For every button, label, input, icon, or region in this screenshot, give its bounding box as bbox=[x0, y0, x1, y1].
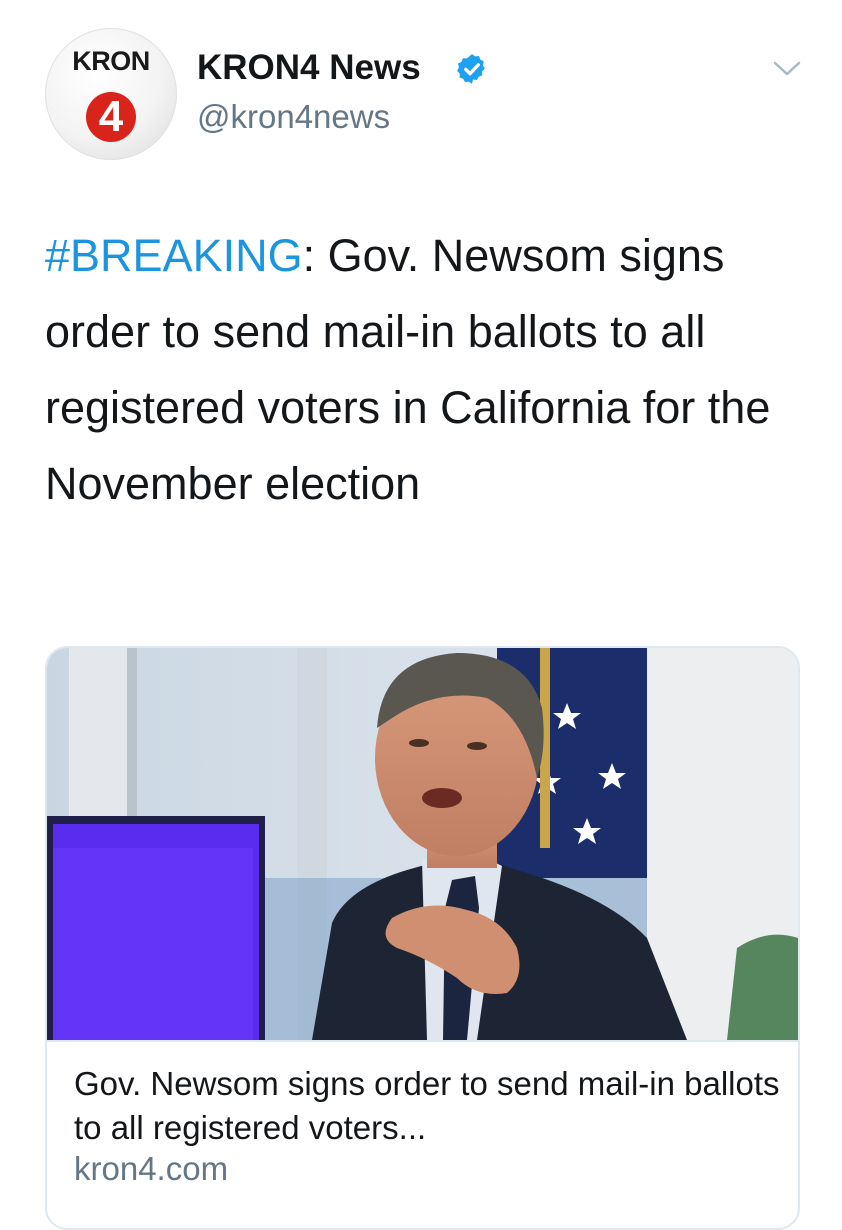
card-domain: kron4.com bbox=[74, 1150, 229, 1187]
card-title[interactable]: Gov. Newsom signs order to send mail-in … bbox=[74, 1062, 784, 1150]
hashtag-link[interactable]: #BREAKING bbox=[45, 230, 303, 281]
card-image[interactable] bbox=[47, 648, 798, 1040]
avatar-logo-number: 4 bbox=[86, 92, 136, 142]
chevron-down-icon[interactable] bbox=[772, 58, 802, 80]
tweet-header: KRON 4 KRON4 News @kron4news bbox=[0, 0, 842, 180]
card-body[interactable]: Gov. Newsom signs order to send mail-in … bbox=[47, 1040, 798, 1228]
avatar[interactable]: KRON 4 bbox=[45, 28, 177, 160]
account-handle[interactable]: @kron4news bbox=[197, 98, 390, 136]
verified-badge-icon bbox=[457, 54, 485, 84]
link-card[interactable]: Gov. Newsom signs order to send mail-in … bbox=[45, 646, 800, 1230]
avatar-logo-text: KRON bbox=[72, 46, 150, 76]
display-name[interactable]: KRON4 News bbox=[197, 48, 421, 88]
tweet-text: #BREAKING: Gov. Newsom signs order to se… bbox=[45, 218, 805, 522]
